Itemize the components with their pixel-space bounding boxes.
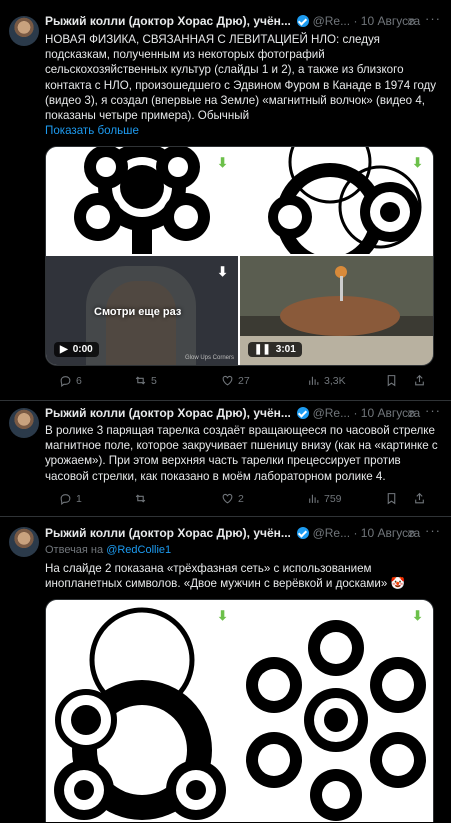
- reply-to-link[interactable]: @RedCollie1: [106, 544, 171, 556]
- avatar[interactable]: [9, 408, 39, 438]
- author-name[interactable]: Рыжий колли (доктор Хорас Дрю), учён...: [45, 14, 291, 28]
- grok-icon[interactable]: ⌀: [408, 406, 415, 420]
- replay-label[interactable]: Смотри еще раз: [94, 306, 181, 318]
- download-icon[interactable]: ⬇: [217, 155, 228, 171]
- bookmark-button[interactable]: [385, 374, 398, 387]
- media-image-2[interactable]: ⬇: [240, 147, 433, 254]
- repost-icon: [135, 376, 146, 385]
- views-button[interactable]: 3,3K: [307, 374, 346, 387]
- crop-circle-image-4: [246, 620, 426, 821]
- author-handle[interactable]: @Re...: [313, 14, 351, 28]
- like-icon: [222, 375, 233, 386]
- like-icon: [222, 493, 233, 504]
- tweet-text: НОВАЯ ФИЗИКА, СВЯЗАННАЯ С ЛЕВИТАЦИЕЙ НЛО…: [45, 33, 437, 138]
- repost-button[interactable]: 5: [134, 374, 157, 387]
- action-bar: 6 5 27 3,3K: [45, 374, 432, 390]
- share-button[interactable]: [413, 374, 426, 387]
- download-icon[interactable]: ⬇: [217, 264, 228, 280]
- bookmark-button[interactable]: [385, 492, 398, 505]
- repost-icon: [135, 494, 146, 503]
- more-icon[interactable]: ···: [425, 403, 441, 418]
- author-handle[interactable]: @Re...: [313, 526, 351, 540]
- reply-icon: [60, 376, 71, 387]
- like-button[interactable]: 2: [221, 492, 244, 505]
- author-name[interactable]: Рыжий колли (доктор Хорас Дрю), учён...: [45, 406, 291, 420]
- video-watermark: Glow Ups Corners: [184, 355, 234, 361]
- tweet-1[interactable]: Рыжий колли (доктор Хорас Дрю), учён... …: [0, 0, 451, 401]
- tweet-header: Рыжий колли (доктор Хорас Дрю), учён... …: [45, 11, 441, 28]
- share-button[interactable]: [413, 492, 426, 505]
- share-icon: [415, 492, 424, 504]
- crop-circle-image-3: [54, 607, 226, 820]
- video-player-1[interactable]: Смотри еще раз ⬇ ▶ 0:00 Glow Ups Corners: [46, 256, 238, 365]
- video-timestamp[interactable]: ▶ 0:00: [54, 342, 99, 357]
- avatar[interactable]: [9, 527, 39, 557]
- media-grid: ⬇ ⬇ Смотри еще раз ⬇ ▶ 0:00 Glow Ups Cor…: [45, 146, 434, 366]
- media-image-3[interactable]: ⬇: [46, 600, 238, 822]
- views-icon: [309, 494, 319, 503]
- crop-circle-image-1: [74, 147, 210, 254]
- bookmark-icon: [387, 493, 396, 505]
- views-icon: [309, 376, 319, 385]
- media-image-1[interactable]: ⬇: [46, 147, 238, 254]
- action-bar: 1 2 759: [45, 492, 432, 508]
- tweet-text: На слайде 2 показана «трёхфазная сеть» с…: [45, 562, 405, 591]
- play-icon[interactable]: ▶: [60, 344, 68, 355]
- verified-badge-icon: [297, 15, 310, 27]
- download-icon[interactable]: ⬇: [412, 608, 423, 624]
- reply-context: Отвечая на @RedCollie1: [45, 544, 172, 556]
- grok-icon[interactable]: ⌀: [408, 526, 415, 540]
- pause-icon[interactable]: ❚❚: [254, 344, 271, 355]
- reply-icon: [60, 494, 71, 505]
- reply-button[interactable]: 6: [59, 374, 82, 387]
- tweet-header: Рыжий колли (доктор Хорас Дрю), учён... …: [45, 403, 441, 420]
- share-icon: [415, 374, 424, 386]
- more-icon[interactable]: ···: [425, 11, 441, 26]
- avatar[interactable]: [9, 16, 39, 46]
- tweet-2[interactable]: Рыжий колли (доктор Хорас Дрю), учён... …: [0, 400, 451, 517]
- show-more-link[interactable]: Показать больше: [45, 124, 139, 137]
- tweet-3[interactable]: Рыжий колли (доктор Хорас Дрю), учён... …: [0, 517, 451, 823]
- more-icon[interactable]: ···: [425, 523, 441, 538]
- download-icon[interactable]: ⬇: [217, 608, 228, 624]
- views-button[interactable]: 759: [307, 492, 342, 505]
- tweet-text: В ролике 3 парящая тарелка создаёт враща…: [45, 424, 438, 483]
- author-handle[interactable]: @Re...: [313, 406, 351, 420]
- bookmark-icon: [387, 375, 396, 387]
- crop-circle-image-2: [268, 147, 422, 254]
- video-timestamp[interactable]: ❚❚ 3:01: [248, 342, 302, 357]
- tweet-header: Рыжий колли (доктор Хорас Дрю), учён... …: [45, 523, 441, 540]
- media-image-4[interactable]: ⬇: [240, 600, 433, 822]
- download-icon[interactable]: ⬇: [412, 155, 423, 171]
- video-player-2[interactable]: ❚❚ 3:01: [240, 256, 433, 365]
- author-name[interactable]: Рыжий колли (доктор Хорас Дрю), учён...: [45, 526, 291, 540]
- verified-badge-icon: [297, 527, 310, 539]
- repost-button[interactable]: [134, 492, 151, 505]
- media-grid: ⬇ ⬇: [45, 599, 434, 822]
- reply-button[interactable]: 1: [59, 492, 82, 505]
- like-button[interactable]: 27: [221, 374, 250, 387]
- verified-badge-icon: [297, 407, 310, 419]
- grok-icon[interactable]: ⌀: [408, 14, 415, 28]
